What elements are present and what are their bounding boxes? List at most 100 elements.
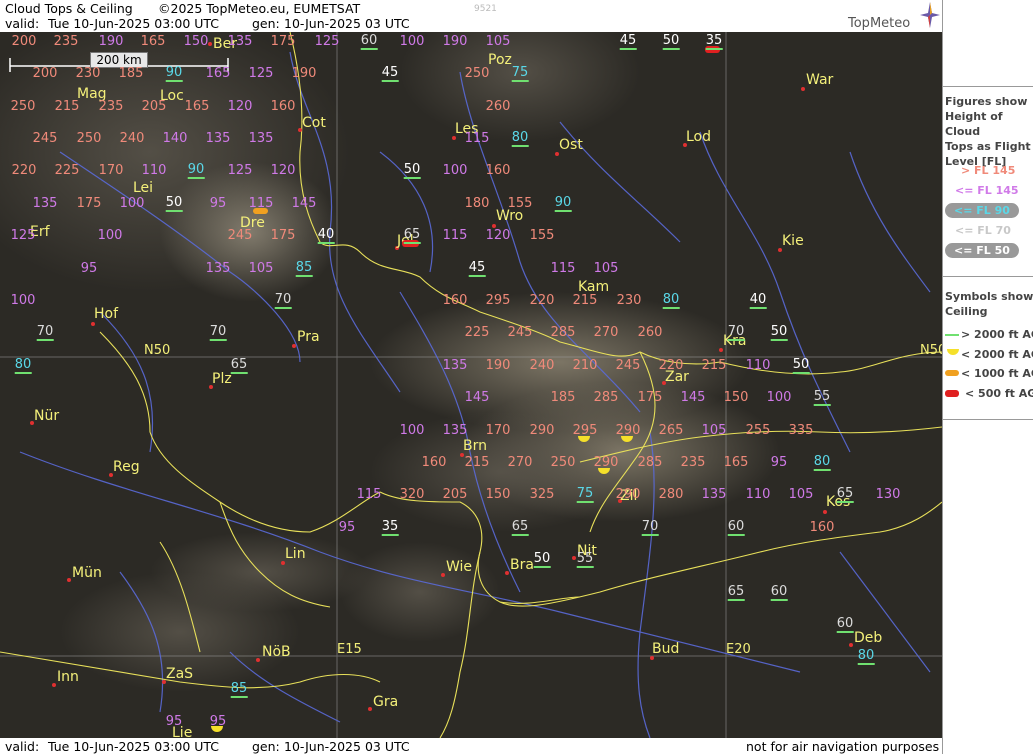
cloud-top-flight-level: 240	[529, 358, 555, 373]
city-marker	[208, 42, 212, 46]
cloud-top-flight-level: 335	[788, 423, 814, 438]
cloud-top-flight-level: 235	[680, 455, 706, 470]
city-marker	[801, 87, 805, 91]
cloud-top-flight-level: 165	[140, 34, 166, 49]
grid-label-n50-west: N50	[144, 343, 171, 358]
cloud-top-flight-level: 135	[248, 131, 274, 146]
cloud-top-flight-level: 85	[295, 260, 313, 277]
city-lei: Lei	[133, 180, 154, 196]
ceiling-red-icon	[945, 390, 959, 397]
legend-heights: Figures show Height of Cloud Tops as Fli…	[943, 86, 1033, 275]
legend-class-le-90: <= FL 90	[945, 203, 1019, 218]
cloud-top-flight-level: 50	[662, 33, 680, 50]
cloud-top-flight-level: 215	[464, 455, 490, 470]
legend-ceiling-under-2000: < 2000 ft AGL	[961, 348, 1033, 361]
cloud-top-flight-level: 125	[314, 34, 340, 49]
cloud-top-flight-level: 115	[442, 228, 468, 243]
cloud-top-flight-level: 290	[615, 487, 641, 502]
cloud-top-flight-level: 230	[75, 66, 101, 81]
footer-disclaimer: not for air navigation purposes	[746, 739, 940, 754]
cloud-top-flight-level: 150	[723, 390, 749, 405]
cloud-top-flight-level: 125	[227, 163, 253, 178]
city-inn: Inn	[57, 669, 79, 685]
cloud-top-flight-level: 35	[381, 519, 399, 536]
cloud-top-flight-level: 100	[399, 423, 425, 438]
cloud-top-flight-level: 190	[442, 34, 468, 49]
cloud-top-flight-level: 40	[749, 292, 767, 309]
cloud-top-flight-level: 80	[511, 130, 529, 147]
cloud-top-flight-level: 135	[442, 358, 468, 373]
city-bra: Bra	[510, 557, 534, 573]
city-marker	[572, 556, 576, 560]
cloud-top-flight-level: 285	[637, 455, 663, 470]
cloud-top-flight-level: 145	[680, 390, 706, 405]
legend-heights-title-3: Tops as Flight	[945, 140, 1031, 153]
cloud-top-flight-level: 135	[701, 487, 727, 502]
city-marker	[256, 658, 260, 662]
cloud-top-flight-level: 100	[766, 390, 792, 405]
legend-panel: Figures show Height of Cloud Tops as Fli…	[942, 0, 1033, 754]
cloud-top-flight-level: 135	[227, 34, 253, 49]
cloud-top-flight-level: 205	[442, 487, 468, 502]
cloud-top-flight-level: 255	[745, 423, 771, 438]
city-war: War	[806, 72, 834, 88]
cloud-top-flight-level: 160	[421, 455, 447, 470]
cloud-top-flight-level: 105	[701, 423, 727, 438]
cloud-top-flight-level: 50	[533, 551, 551, 568]
cloud-top-flight-level: 100	[97, 228, 123, 243]
cloud-top-flight-level: 145	[291, 196, 317, 211]
cloud-top-flight-level: 80	[857, 648, 875, 665]
legend-class-le-70: <= FL 70	[955, 224, 1011, 237]
cloud-top-flight-level: 45	[619, 33, 637, 50]
cloud-top-flight-level: 290	[593, 455, 619, 470]
footer-valid-time: Tue 10-Jun-2025 03:00 UTC	[48, 739, 220, 754]
cloud-top-flight-level: 175	[637, 390, 663, 405]
grid-label-e15: E15	[337, 642, 362, 657]
compass-star-icon	[920, 2, 940, 28]
cloud-top-flight-level: 50	[403, 162, 421, 179]
cloud-top-flight-level: 120	[270, 163, 296, 178]
cloud-top-flight-level: 135	[205, 131, 231, 146]
city-poz: Poz	[488, 52, 512, 68]
cloud-top-flight-level: 160	[442, 293, 468, 308]
copyright: ©2025 TopMeteo.eu, EUMETSAT	[158, 1, 361, 16]
cloud-top-flight-level: 215	[701, 358, 727, 373]
cloud-top-flight-level: 250	[550, 455, 576, 470]
cloud-top-flight-level: 225	[54, 163, 80, 178]
satellite-map[interactable]: 200 km N50 N50 E15 E20 Ber Poz War Mag L…	[0, 32, 942, 738]
cloud-top-flight-level: 115	[550, 261, 576, 276]
cloud-top-flight-level: 165	[205, 66, 231, 81]
city-mun: Mün	[72, 565, 102, 581]
cloud-top-flight-level: 205	[141, 99, 167, 114]
legend-class-le-145: <= FL 145	[955, 184, 1019, 197]
cloud-top-flight-level: 175	[270, 228, 296, 243]
cloud-top-flight-level: 245	[507, 325, 533, 340]
city-hof: Hof	[94, 306, 119, 322]
legend-ceiling-title-1: Symbols show	[945, 290, 1033, 303]
city-marker	[91, 322, 95, 326]
cloud-top-flight-level: 245	[32, 131, 58, 146]
cloud-top-flight-level: 190	[98, 34, 124, 49]
cloud-top-flight-level: 100	[119, 196, 145, 211]
city-lin: Lin	[285, 546, 306, 562]
cloud-top-flight-level: 245	[227, 228, 253, 243]
ceiling-orange-icon	[945, 370, 959, 376]
cloud-top-flight-level: 50	[165, 195, 183, 212]
cloud-top-flight-level: 95	[165, 714, 183, 729]
cloud-top-flight-level: 125	[10, 228, 36, 243]
cloud-top-flight-level: 135	[205, 261, 231, 276]
cloud-top-flight-level: 70	[727, 324, 745, 341]
cloud-top-flight-level: 65	[836, 486, 854, 503]
map-header: Cloud Tops & Ceiling ©2025 TopMeteo.eu, …	[0, 0, 942, 32]
cloud-top-flight-level: 65	[403, 227, 421, 244]
cloud-top-flight-level: 270	[593, 325, 619, 340]
cloud-top-flight-level: 155	[529, 228, 555, 243]
cloud-top-flight-level: 125	[248, 66, 274, 81]
cloud-top-flight-level: 250	[76, 131, 102, 146]
cloud-top-flight-level: 60	[360, 33, 378, 50]
cloud-top-flight-level: 190	[291, 66, 317, 81]
legend-heights-title-2: Height of Cloud	[945, 110, 1003, 138]
cloud-top-flight-level: 220	[11, 163, 37, 178]
city-ost: Ost	[559, 137, 583, 153]
cloud-top-flight-level: 295	[485, 293, 511, 308]
